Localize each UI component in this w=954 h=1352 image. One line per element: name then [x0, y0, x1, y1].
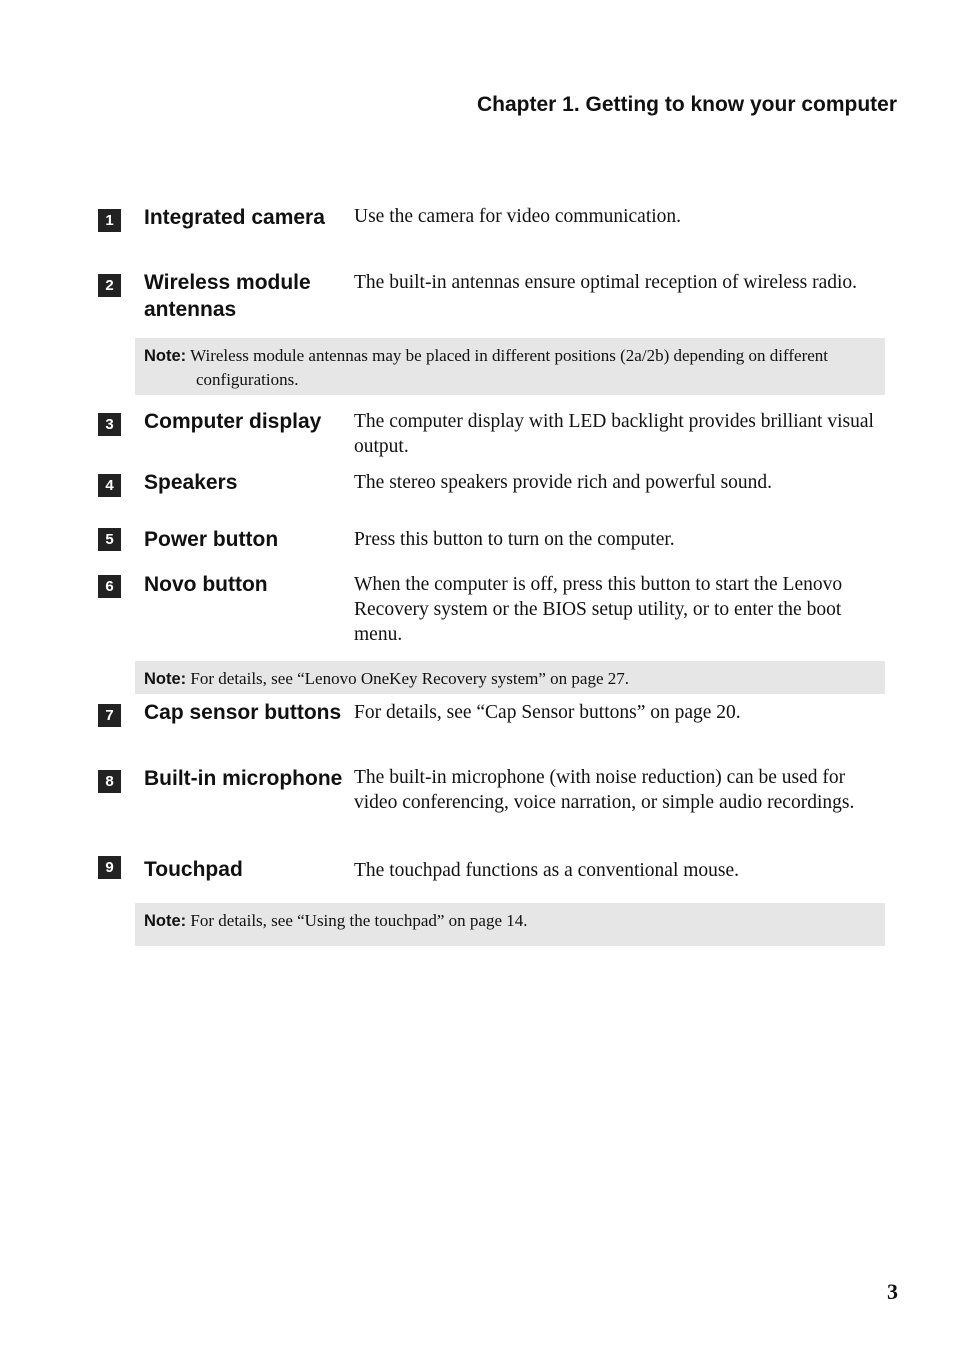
item-number-badge: 8: [98, 770, 121, 793]
item-term: Novo button: [144, 573, 268, 596]
item-description: Use the camera for video communication.: [354, 206, 682, 227]
item-term: Wireless module antennas: [144, 271, 311, 321]
item-number-badge: 3: [98, 413, 121, 436]
item-number-badge: 2: [98, 274, 121, 297]
item-number-badge: 6: [98, 575, 121, 598]
item-number-badge: 4: [98, 474, 121, 497]
note-box: Note: For details, see “Lenovo OneKey Re…: [135, 661, 885, 694]
item-term: Speakers: [144, 471, 238, 494]
item-number-badge: 7: [98, 704, 121, 727]
note-label: Note:: [144, 347, 187, 365]
note-text: For details, see “Lenovo OneKey Recovery…: [190, 669, 629, 688]
item-description: The computer display with LED backlight …: [354, 411, 874, 457]
item-description: Press this button to turn on the compute…: [354, 529, 675, 550]
item-term: Built-in microphone: [144, 767, 343, 790]
item-description: For details, see “Cap Sensor buttons” on…: [354, 702, 741, 723]
page-number: 3: [887, 1279, 898, 1304]
item-term: Touchpad: [144, 858, 243, 881]
chapter-title: Chapter 1. Getting to know your computer: [476, 93, 897, 116]
note-label: Note:: [144, 912, 187, 930]
note-box: Note: Wireless module antennas may be pl…: [135, 338, 885, 395]
item-term: Computer display: [144, 410, 322, 433]
item-term: Cap sensor buttons: [144, 701, 342, 724]
item-number-badge: 5: [98, 528, 121, 551]
item-description: The built-in antennas ensure optimal rec…: [354, 272, 858, 293]
item-number-badge: 1: [98, 209, 121, 232]
note-label: Note:: [144, 670, 187, 688]
item-description: The built-in microphone (with noise redu…: [354, 767, 855, 813]
item-description: When the computer is off, press this but…: [354, 574, 843, 645]
item-number-badge: 9: [98, 856, 121, 879]
note-text: Wireless module antennas may be placed i…: [190, 346, 829, 389]
item-description: The touchpad functions as a conventional…: [354, 860, 740, 881]
note-box: Note: For details, see “Using the touchp…: [135, 903, 885, 946]
note-text: For details, see “Using the touchpad” on…: [190, 911, 528, 930]
item-term: Integrated camera: [144, 206, 325, 229]
item-term: Power button: [144, 528, 279, 551]
item-description: The stereo speakers provide rich and pow…: [354, 472, 773, 493]
